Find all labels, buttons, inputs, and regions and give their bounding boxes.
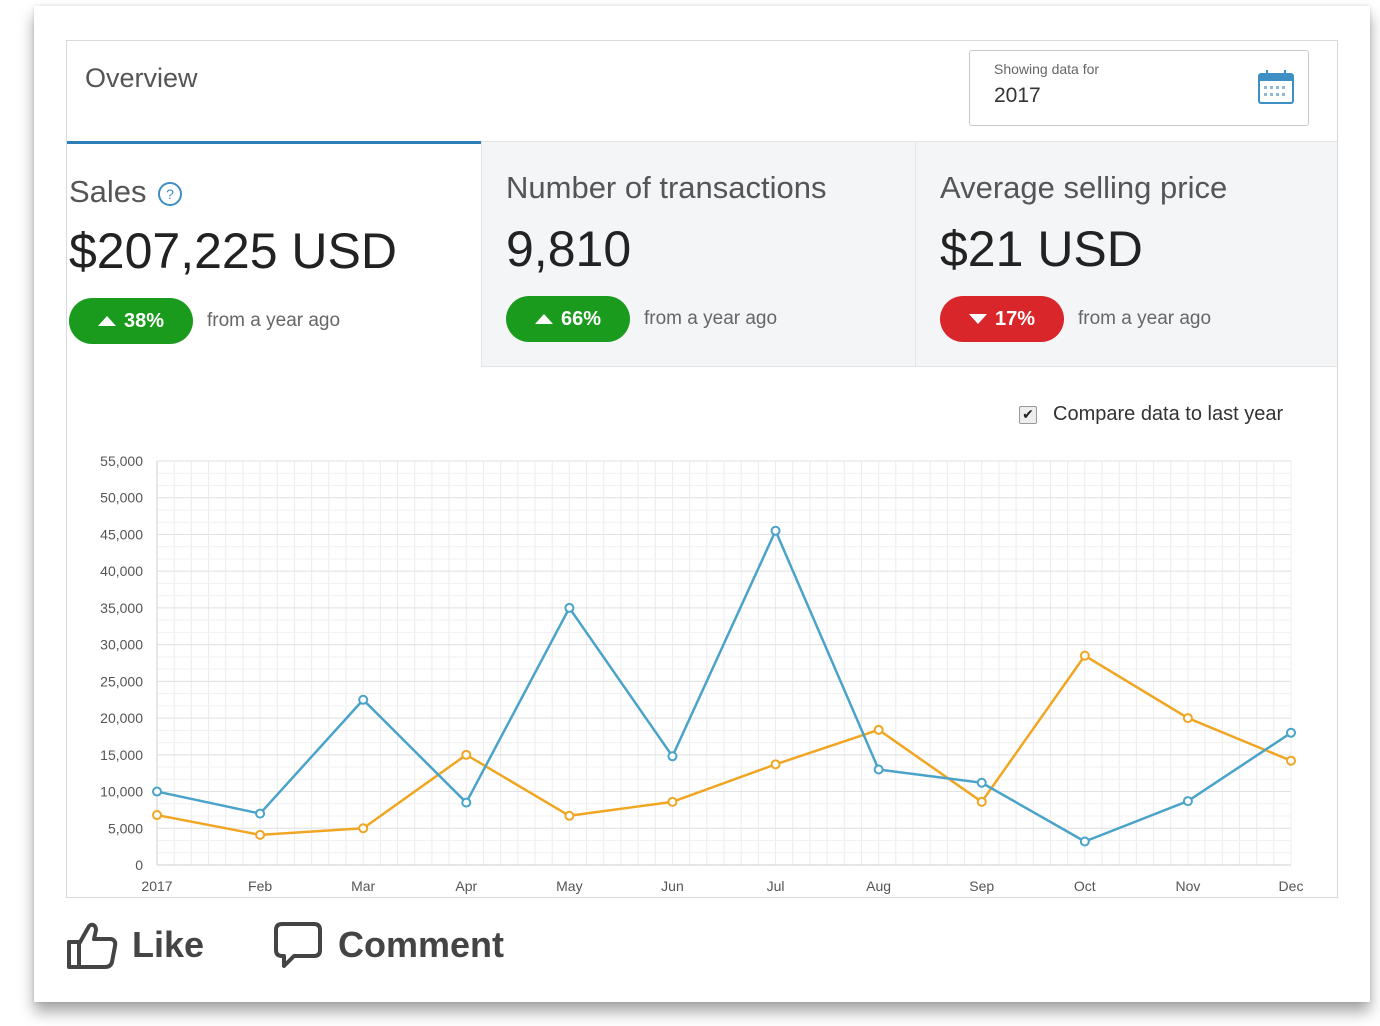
x-tick-label: May [556,878,582,894]
y-tick-label: 35,000 [100,600,143,616]
y-tick-label: 30,000 [100,637,143,653]
tab-transactions[interactable]: Number of transactions 9,810 66% from a … [481,141,915,367]
svg-text:?: ? [166,186,174,202]
tab-transactions-title: Number of transactions [506,170,827,205]
y-tick-label: 45,000 [100,526,143,542]
x-tick-label: Jun [661,878,684,894]
data-point [1286,755,1296,766]
data-point [770,759,781,770]
change-value: 17% [994,307,1036,330]
y-tick-label: 10,000 [100,784,143,800]
thumbs-up-icon [67,922,118,969]
compare-label: Compare data to last year [1053,403,1284,425]
tab-transactions-value: 9,810 [506,221,632,277]
data-point [1286,727,1296,738]
comment-icon [274,922,322,968]
x-tick-label: Mar [351,878,375,894]
y-tick-label: 5,000 [108,820,143,836]
y-tick-label: 15,000 [100,747,143,763]
overview-panel: Overview Showing data for 2017 Sales ? $… [66,40,1338,898]
arrow-down-icon [968,314,987,324]
tab-average-price[interactable]: Average selling price $21 USD 17% from a… [915,141,1337,367]
y-tick-label: 55,000 [100,453,143,469]
data-point [873,764,884,775]
data-point [1182,713,1193,724]
tab-sales[interactable]: Sales ? $207,225 USD 38% from a year ago [67,141,481,367]
x-tick-label: 2017 [141,878,172,894]
arrow-up-icon [97,316,116,326]
data-point [358,823,369,834]
change-value: 66% [560,307,602,330]
data-point [667,751,678,762]
comparison-text: from a year ago [1078,308,1212,329]
date-picker-value: 2017 [994,84,1041,107]
y-tick-label: 20,000 [100,710,143,726]
change-badge-up: 38% [69,298,193,344]
checkmark-icon: ✔ [1022,406,1034,422]
data-point [873,724,884,735]
overview-title: Overview [85,63,198,93]
tab-average-price-value: $21 USD [940,221,1143,277]
comment-label: Comment [338,924,505,965]
x-tick-label: Jul [767,878,785,894]
data-point [976,777,987,788]
like-label: Like [132,924,205,965]
data-point [564,810,575,821]
x-tick-label: Sep [969,878,994,894]
data-point [461,797,472,808]
tab-average-price-title: Average selling price [940,170,1228,205]
y-tick-label: 0 [135,857,143,873]
data-point [255,829,266,840]
date-picker[interactable]: Showing data for 2017 [969,50,1309,126]
data-point [564,602,575,613]
tab-sales-title: Sales [69,174,147,209]
x-tick-label: Feb [248,878,272,894]
change-value: 38% [123,309,165,332]
data-point [255,808,266,819]
y-tick-label: 25,000 [100,673,143,689]
date-picker-label: Showing data for [994,61,1100,77]
data-point [1182,796,1193,807]
data-point [667,796,678,807]
data-point [152,810,162,821]
comment-button[interactable]: Comment [272,920,504,970]
y-tick-label: 50,000 [100,490,143,506]
help-icon[interactable]: ? [157,181,183,207]
x-tick-label: Apr [455,878,477,894]
change-badge-down: 17% [940,296,1064,342]
arrow-up-icon [534,314,553,324]
data-point [1079,650,1090,661]
compare-toggle[interactable]: ✔ Compare data to last year [1019,403,1283,426]
data-point [152,786,162,797]
data-point [1079,836,1090,847]
data-point [358,694,369,705]
x-tick-label: Oct [1074,878,1096,894]
compare-checkbox[interactable]: ✔ [1019,405,1037,424]
like-button[interactable]: Like [66,920,204,970]
data-point [461,749,472,760]
calendar-icon[interactable] [1256,68,1296,106]
y-tick-label: 40,000 [100,563,143,579]
comparison-text: from a year ago [207,310,341,331]
comparison-text: from a year ago [644,308,778,329]
x-tick-label: Nov [1175,878,1200,894]
x-tick-label: Dec [1279,878,1304,894]
data-point [976,796,987,807]
change-badge-up: 66% [506,296,630,342]
data-point [770,525,781,536]
tab-sales-value: $207,225 USD [69,223,398,279]
x-tick-label: Aug [866,878,891,894]
sales-line-chart: 0 5,000 10,000 15,000 20,000 25,000 30,000 35,0… [100,453,1304,894]
